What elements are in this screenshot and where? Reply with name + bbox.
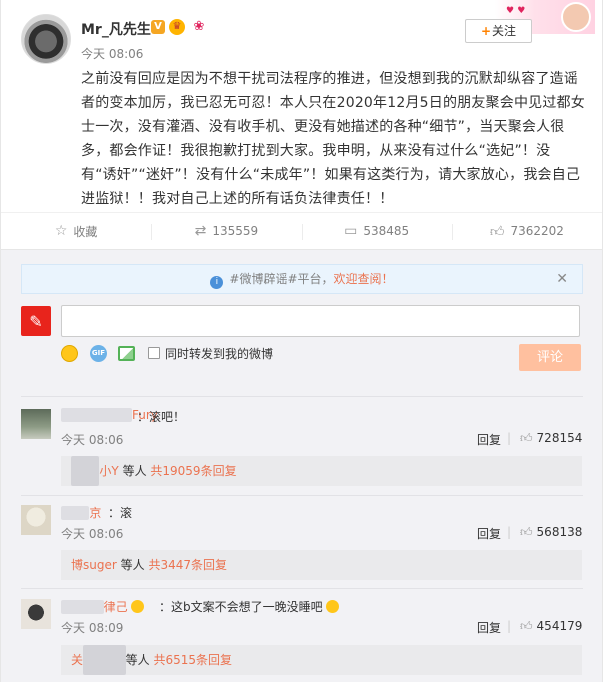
like-count: 7362202 (510, 224, 564, 238)
follow-label: 关注 (492, 24, 517, 38)
comment-text: ：滚 (108, 506, 133, 520)
divider (21, 495, 583, 496)
comment-like-button[interactable]: 👍︎ 454179 (520, 619, 582, 634)
emoji-icon[interactable] (61, 345, 78, 362)
commenter-name[interactable]: xxxx京 (61, 504, 101, 521)
comment-icon: ▭ (344, 223, 358, 239)
comment-text: ：这b文案不会想了一晚没睡吧 (159, 598, 340, 615)
repost-icon: ⇄ (194, 223, 207, 239)
comment-count: 538485 (363, 224, 410, 238)
thumbs-up-icon: 👍︎ (489, 223, 505, 240)
sub-replies-link[interactable]: 博suger 等人 共3447条回复 (61, 550, 582, 580)
comment-like-button[interactable]: 👍︎ 728154 (520, 431, 582, 446)
follow-button[interactable]: +关注 (465, 19, 532, 43)
skin-decoration-avatar (561, 2, 591, 32)
member-crown-icon: ♛ (169, 19, 185, 35)
current-user-avatar: ✎ (21, 306, 51, 336)
vip-icon (131, 600, 145, 613)
repost-button[interactable]: ⇄ 135559 (151, 213, 301, 249)
close-icon[interactable]: ✕ (556, 265, 568, 293)
divider (21, 396, 583, 397)
action-bar: ☆ 收藏 ⇄ 135559 ▭ 538485 👍︎ 7362202 (1, 212, 602, 250)
info-icon: i (210, 276, 224, 289)
thumbs-up-icon: 👍︎ (520, 525, 533, 539)
submit-comment-button[interactable]: 评论 (519, 344, 581, 371)
surprised-emoji-icon (326, 600, 340, 613)
gift-icon: ❀ (193, 19, 205, 34)
notice-prefix: #微博辟谣#平台， (229, 272, 334, 286)
favorite-label: 收藏 (73, 224, 98, 239)
reply-button[interactable]: 回复 (477, 619, 501, 636)
commenter-avatar[interactable] (21, 599, 51, 629)
post-body: 之前没有回应是因为不想干扰司法程序的推进，但没想到我的沉默却纵容了造谣者的变本加… (81, 71, 585, 207)
author-username[interactable]: Mr_凡先生 (81, 19, 151, 39)
favorite-button[interactable]: ☆ 收藏 (1, 213, 151, 249)
sub-replies-link[interactable]: 关xxxxxx等人 共6515条回复 (61, 645, 582, 675)
comment-time: 今天 08:06 (61, 433, 124, 447)
comment-button[interactable]: ▭ 538485 (301, 213, 452, 249)
gif-icon[interactable]: GIF (90, 345, 107, 362)
star-icon: ☆ (54, 223, 68, 239)
comment-like-button[interactable]: 👍︎ 568138 (520, 525, 582, 540)
skin-decoration-text: ♥ ♥ (506, 6, 526, 16)
reply-button[interactable]: 回复 (477, 525, 501, 542)
commenter-name[interactable]: xxxxxx律己 (61, 598, 145, 615)
divider (21, 588, 583, 589)
notice-highlight[interactable]: 欢迎查阅！ (334, 272, 394, 286)
comment-time: 今天 08:09 (61, 621, 124, 635)
rumor-notice[interactable]: i #微博辟谣#平台，欢迎查阅！ ✕ (21, 264, 583, 294)
thumbs-up-icon: 👍︎ (520, 431, 533, 445)
weibo-post-card: ♥ ♥ Mr_凡先生 V ♛ ❀ 今天 08:06 +关注 之前没有回应是因为不… (0, 0, 603, 682)
image-icon[interactable] (118, 346, 135, 361)
separator: | (507, 525, 512, 539)
separator: | (507, 619, 512, 633)
post-time[interactable]: 今天 08:06 (81, 45, 143, 62)
author-avatar[interactable] (21, 14, 71, 64)
reply-button[interactable]: 回复 (477, 431, 501, 448)
repost-checkbox-label[interactable]: 同时转发到我的微博 (165, 345, 273, 362)
comment-panel: i #微博辟谣#平台，欢迎查阅！ ✕ ✎ GIF 同时转发到我的微博 评论 xxx… (1, 250, 602, 682)
separator: | (507, 431, 512, 445)
like-button[interactable]: 👍︎ 7362202 (451, 213, 602, 249)
thumbs-up-icon: 👍︎ (520, 619, 533, 633)
repost-count: 135559 (212, 224, 259, 238)
sub-replies-link[interactable]: xxxx小Y 等人 共19059条回复 (61, 456, 582, 486)
commenter-avatar[interactable] (21, 505, 51, 535)
commenter-avatar[interactable] (21, 409, 51, 439)
plus-icon: + (480, 24, 492, 38)
repost-checkbox[interactable] (148, 347, 160, 359)
comment-time: 今天 08:06 (61, 527, 124, 541)
verified-icon: V (151, 20, 165, 34)
comment-text: ：滚吧！ (137, 410, 186, 424)
comment-input[interactable] (61, 305, 580, 337)
